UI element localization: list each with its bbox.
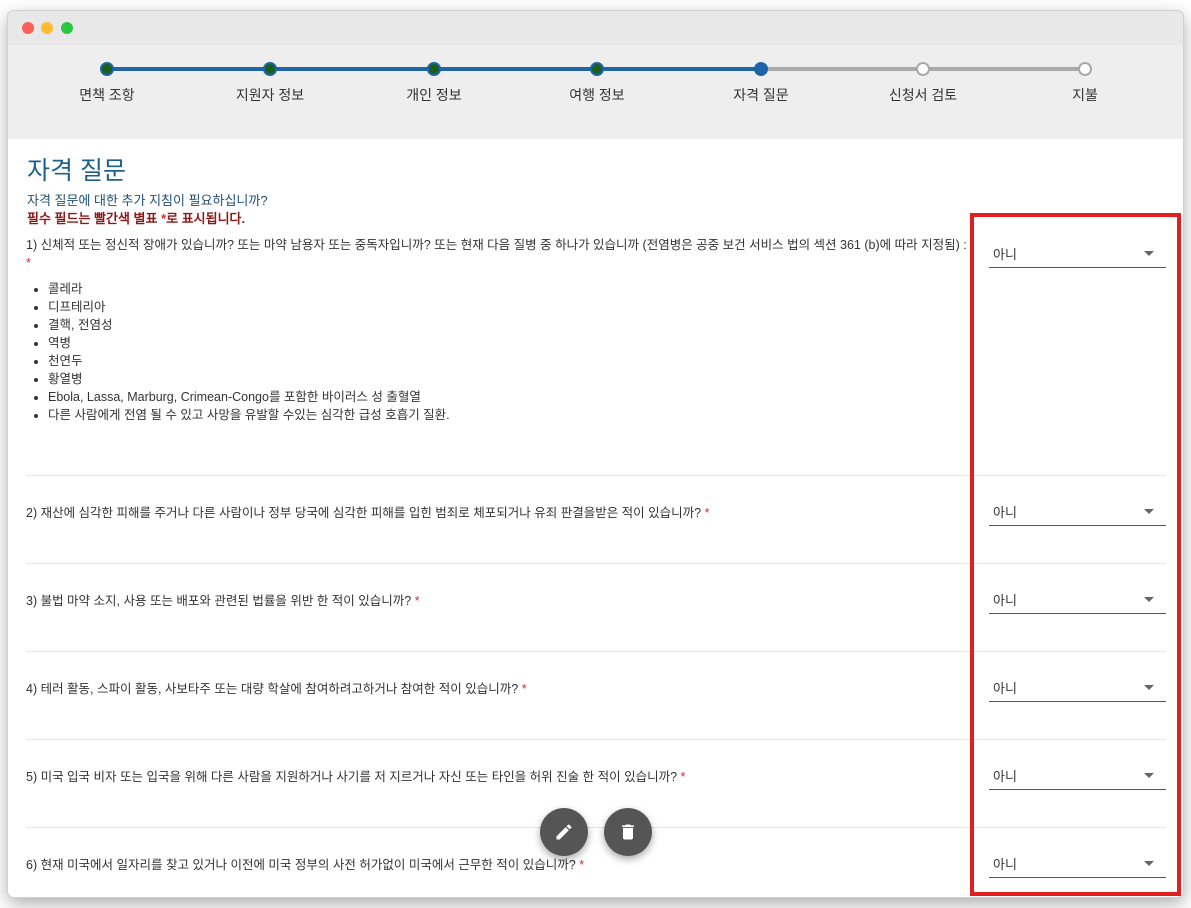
question-6: 6) 현재 미국에서 일자리를 찾고 있거나 이전에 미국 정부의 사전 허가없… [26, 856, 971, 874]
required-note-text: 필수 필드는 빨간색 별표 [27, 211, 162, 226]
required-note-suffix: 로 표시됩니다. [166, 211, 246, 226]
list-item: 황열병 [48, 370, 971, 388]
question-2: 2) 재산에 심각한 피해를 주거나 다른 사람이나 정부 당국에 심각한 피해… [26, 504, 971, 522]
step-pending-icon [916, 62, 930, 76]
question-text: 1) 신체적 또는 정신적 장애가 있습니까? 또는 마약 남용자 또는 중독자… [26, 238, 967, 252]
step-label: 신청서 검토 [888, 87, 958, 103]
pencil-icon [556, 824, 572, 840]
list-item: Ebola, Lassa, Marburg, Crimean-Congo를 포함… [48, 388, 971, 406]
question-text: 5) 미국 입국 비자 또는 입국을 위해 다른 사람을 지원하거나 사기를 저… [26, 770, 678, 784]
help-link[interactable]: 자격 질문에 대한 추가 지침이 필요하십니까? [27, 190, 268, 209]
step-label: 지불 [1072, 87, 1098, 103]
required-fields-note: 필수 필드는 빨간색 별표 *로 표시됩니다. [27, 208, 245, 227]
step-current-icon [754, 62, 768, 76]
step-complete-icon [427, 62, 441, 76]
question-text: 3) 불법 마약 소지, 사용 또는 배포와 관련된 법률을 위반 한 적이 있… [26, 594, 412, 608]
maximize-window-button[interactable] [61, 22, 73, 34]
list-item: 다른 사람에게 전염 될 수 있고 사망을 유발할 수있는 심각한 급성 호흡기… [48, 406, 971, 424]
close-window-button[interactable] [22, 22, 34, 34]
minimize-window-button[interactable] [41, 22, 53, 34]
required-star: * [680, 770, 686, 784]
step-label: 자격 질문 [733, 87, 789, 103]
browser-window: 면책 조항 지원자 정보 개인 정보 여행 정보 자격 질문 신청서 검토 지불… [8, 11, 1183, 897]
question-text: 4) 테러 활동, 스파이 활동, 사보타주 또는 대량 학살에 참여하려고하거… [26, 682, 519, 696]
required-star: * [579, 858, 585, 872]
list-item: 디프테리아 [48, 298, 971, 316]
list-item: 결핵, 전염성 [48, 316, 971, 334]
question-text: 6) 현재 미국에서 일자리를 찾고 있거나 이전에 미국 정부의 사전 허가없… [26, 858, 576, 872]
list-item: 역병 [48, 334, 971, 352]
question-text: 2) 재산에 심각한 피해를 주거나 다른 사람이나 정부 당국에 심각한 피해… [26, 506, 702, 520]
progress-stepper: 면책 조항 지원자 정보 개인 정보 여행 정보 자격 질문 신청서 검토 지불 [8, 45, 1183, 139]
question-4: 4) 테러 활동, 스파이 활동, 사보타주 또는 대량 학살에 참여하려고하거… [26, 680, 971, 698]
step-pending-icon [1078, 62, 1092, 76]
step-complete-icon [263, 62, 277, 76]
step-label: 개인 정보 [406, 87, 462, 103]
list-item: 천연두 [48, 352, 971, 370]
step-complete-icon [590, 62, 604, 76]
page-title: 자격 질문 [27, 157, 126, 185]
step-label: 지원자 정보 [235, 87, 305, 103]
required-star: * [521, 682, 527, 696]
trash-icon [622, 824, 634, 840]
list-item: 콜레라 [48, 280, 971, 298]
question-5: 5) 미국 입국 비자 또는 입국을 위해 다른 사람을 지원하거나 사기를 저… [26, 768, 971, 786]
eligibility-form: 자격 질문 자격 질문에 대한 추가 지침이 필요하십니까? 필수 필드는 빨간… [8, 139, 1183, 897]
question-3: 3) 불법 마약 소지, 사용 또는 배포와 관련된 법률을 위반 한 적이 있… [26, 592, 971, 610]
required-star: * [414, 594, 420, 608]
required-star: * [26, 256, 31, 270]
edit-button[interactable] [540, 808, 588, 856]
delete-button[interactable] [604, 808, 652, 856]
step-complete-icon [100, 62, 114, 76]
question-1: 1) 신체적 또는 정신적 장애가 있습니까? 또는 마약 남용자 또는 중독자… [26, 236, 971, 424]
answer-column-highlight [970, 213, 1181, 896]
required-star: * [704, 506, 710, 520]
disease-list: 콜레라 디프테리아 결핵, 전염성 역병 천연두 황열병 Ebola, Lass… [48, 280, 971, 424]
step-label: 면책 조항 [79, 87, 135, 103]
step-label: 여행 정보 [569, 87, 625, 103]
window-titlebar [8, 11, 1183, 45]
